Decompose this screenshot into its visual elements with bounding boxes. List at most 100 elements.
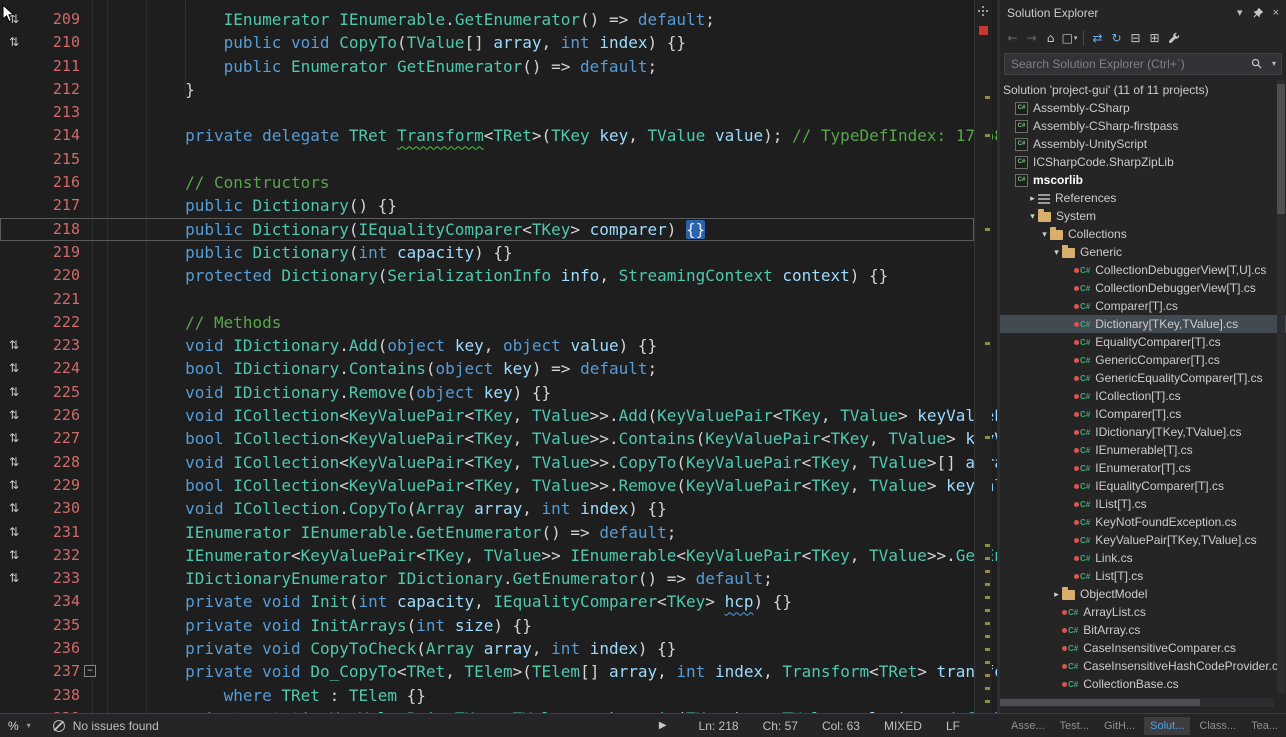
tree-item[interactable]: ▾Collections xyxy=(1000,225,1286,243)
tool-window-tab[interactable]: Solut... xyxy=(1144,717,1190,735)
char-indicator[interactable]: Ch: 57 xyxy=(763,719,798,733)
references-updown-icon[interactable]: ⇅ xyxy=(0,334,28,357)
references-updown-icon[interactable]: ⇅ xyxy=(0,567,28,590)
line-number[interactable]: 229 xyxy=(28,474,80,497)
expand-arrow-icon[interactable]: ▾ xyxy=(1027,211,1038,222)
references-updown-icon[interactable]: ⇅ xyxy=(0,451,28,474)
code-line[interactable]: ⇅227 bool ICollection<KeyValuePair<TKey,… xyxy=(0,427,974,450)
tree-item[interactable]: C#CollectionDebuggerView[T,U].cs xyxy=(1000,261,1286,279)
line-number[interactable]: 239 xyxy=(28,707,80,713)
chevron-down-icon[interactable]: ▾ xyxy=(27,721,31,730)
tree-item[interactable]: C#IEnumerable[T].cs xyxy=(1000,441,1286,459)
tree-item[interactable]: C#List[T].cs xyxy=(1000,567,1286,585)
line-number[interactable]: 214 xyxy=(28,124,80,147)
line-number[interactable]: 221 xyxy=(28,288,80,311)
line-number[interactable]: 227 xyxy=(28,427,80,450)
line-number[interactable]: 238 xyxy=(28,684,80,707)
references-updown-icon[interactable]: ⇅ xyxy=(0,474,28,497)
tree-item[interactable]: C#GenericEqualityComparer[T].cs xyxy=(1000,369,1286,387)
properties-icon[interactable] xyxy=(1165,29,1182,47)
line-number[interactable]: 226 xyxy=(28,404,80,427)
back-icon[interactable]: ← xyxy=(1004,29,1021,47)
vertical-scrollbar[interactable] xyxy=(1277,80,1285,693)
search-icon[interactable] xyxy=(1251,58,1262,69)
tree-item[interactable]: ▸References xyxy=(1000,189,1286,207)
line-number[interactable]: 213 xyxy=(28,101,80,124)
tree-item[interactable]: C#ArrayList.cs xyxy=(1000,603,1286,621)
line-number[interactable]: 210 xyxy=(28,31,80,54)
tree-item[interactable]: C#IEqualityComparer[T].cs xyxy=(1000,477,1286,495)
forward-icon[interactable]: → xyxy=(1023,29,1040,47)
tree-item[interactable]: C#IEnumerator[T].cs xyxy=(1000,459,1286,477)
horizontal-scrollbar[interactable] xyxy=(1000,698,1274,707)
references-updown-icon[interactable]: ⇅ xyxy=(0,544,28,567)
line-number[interactable]: 220 xyxy=(28,264,80,287)
tree-item[interactable]: C#KeyNotFoundException.cs xyxy=(1000,513,1286,531)
tree-item[interactable]: C#ICSharpCode.SharpZipLib xyxy=(1000,153,1286,171)
tool-window-tab[interactable]: Test... xyxy=(1054,717,1095,735)
code-line[interactable]: ⇅232 IEnumerator<KeyValuePair<TKey, TVal… xyxy=(0,544,974,567)
code-line[interactable]: ⇅210 public void CopyTo(TValue[] array, … xyxy=(0,31,974,54)
code-line[interactable]: 221 xyxy=(0,288,974,311)
scope-dropdown-icon[interactable]: □▾ xyxy=(1061,29,1078,47)
tree-item[interactable]: ▸ObjectModel xyxy=(1000,585,1286,603)
tree-item[interactable]: C#KeyValuePair[TKey,TValue].cs xyxy=(1000,531,1286,549)
scrollbar-grip-icon[interactable] xyxy=(982,10,984,12)
code-line[interactable]: ⇅230 void ICollection.CopyTo(Array array… xyxy=(0,497,974,520)
encoding-indicator[interactable]: MIXED xyxy=(884,719,922,733)
code-line[interactable]: 222 // Methods xyxy=(0,311,974,334)
line-number[interactable]: 233 xyxy=(28,567,80,590)
tree-item[interactable]: C#Link.cs xyxy=(1000,549,1286,567)
tree-item[interactable]: ▾Generic xyxy=(1000,243,1286,261)
editor-scrollbar[interactable] xyxy=(974,0,992,713)
tree-item[interactable]: C#CollectionBase.cs xyxy=(1000,675,1286,693)
close-icon[interactable]: × xyxy=(1273,7,1279,19)
tool-window-tab[interactable]: Tea... xyxy=(1245,717,1284,735)
tree-item[interactable]: C#ICollection[T].cs xyxy=(1000,387,1286,405)
tool-window-tab[interactable]: GitH... xyxy=(1098,717,1141,735)
code-line[interactable]: 218 public Dictionary(IEqualityComparer<… xyxy=(0,218,974,241)
tree-item[interactable]: C#Assembly-CSharp xyxy=(1000,99,1286,117)
expand-arrow-icon[interactable]: ▸ xyxy=(1051,589,1062,600)
tree-item[interactable]: C#CollectionDebuggerView[T].cs xyxy=(1000,279,1286,297)
code-line[interactable]: 212 } xyxy=(0,78,974,101)
show-all-files-icon[interactable]: ⊞ xyxy=(1146,29,1163,47)
code-line[interactable]: ⇅225 void IDictionary.Remove(object key)… xyxy=(0,381,974,404)
no-issues-icon[interactable] xyxy=(53,720,65,732)
refresh-icon[interactable]: ↻ xyxy=(1108,29,1125,47)
line-number[interactable]: 217 xyxy=(28,194,80,217)
line-number[interactable]: 216 xyxy=(28,171,80,194)
line-number[interactable]: 218 xyxy=(28,218,80,241)
line-number[interactable]: 222 xyxy=(28,311,80,334)
line-number[interactable]: 215 xyxy=(28,148,80,171)
tree-item[interactable]: Solution 'project-gui' (11 of 11 project… xyxy=(1000,81,1286,99)
code-line[interactable]: ⇅229 bool ICollection<KeyValuePair<TKey,… xyxy=(0,474,974,497)
pin-icon[interactable] xyxy=(1252,7,1264,19)
home-icon[interactable]: ⌂ xyxy=(1042,29,1059,47)
code-line[interactable]: ⇅233 IDictionaryEnumerator IDictionary.G… xyxy=(0,567,974,590)
code-line[interactable]: 211 public Enumerator GetEnumerator() =>… xyxy=(0,55,974,78)
expand-arrow-icon[interactable]: ▾ xyxy=(1051,247,1062,258)
code-line[interactable]: ⇅223 void IDictionary.Add(object key, ob… xyxy=(0,334,974,357)
tree-item[interactable]: C#GenericComparer[T].cs xyxy=(1000,351,1286,369)
tree-item[interactable]: C#Dictionary[TKey,TValue].cs xyxy=(1000,315,1286,333)
line-number[interactable]: 224 xyxy=(28,357,80,380)
tree-item[interactable]: C#EqualityComparer[T].cs xyxy=(1000,333,1286,351)
code-line[interactable]: ⇅231 IEnumerator IEnumerable.GetEnumerat… xyxy=(0,521,974,544)
error-indicator-icon[interactable] xyxy=(979,26,988,35)
tree-item[interactable]: C#IDictionary[TKey,TValue].cs xyxy=(1000,423,1286,441)
eol-indicator[interactable]: LF xyxy=(946,719,960,733)
scrollbar-thumb[interactable] xyxy=(1000,699,1200,706)
line-number[interactable]: 223 xyxy=(28,334,80,357)
tree-item[interactable]: C#BitArray.cs xyxy=(1000,621,1286,639)
expand-arrow-icon[interactable]: ▾ xyxy=(1039,229,1050,240)
tree-item[interactable]: C#Assembly-CSharp-firstpass xyxy=(1000,117,1286,135)
references-updown-icon[interactable]: ⇅ xyxy=(0,381,28,404)
collapse-all-icon[interactable]: ⊟ xyxy=(1127,29,1144,47)
line-number[interactable]: 209 xyxy=(28,8,80,31)
references-updown-icon[interactable]: ⇅ xyxy=(0,497,28,520)
code-line[interactable]: 234 private void Init(int capacity, IEqu… xyxy=(0,590,974,613)
tree-item[interactable]: C#mscorlib xyxy=(1000,171,1286,189)
code-line[interactable]: ⇅226 void ICollection<KeyValuePair<TKey,… xyxy=(0,404,974,427)
code-line[interactable]: ⇅224 bool IDictionary.Contains(object ke… xyxy=(0,357,974,380)
